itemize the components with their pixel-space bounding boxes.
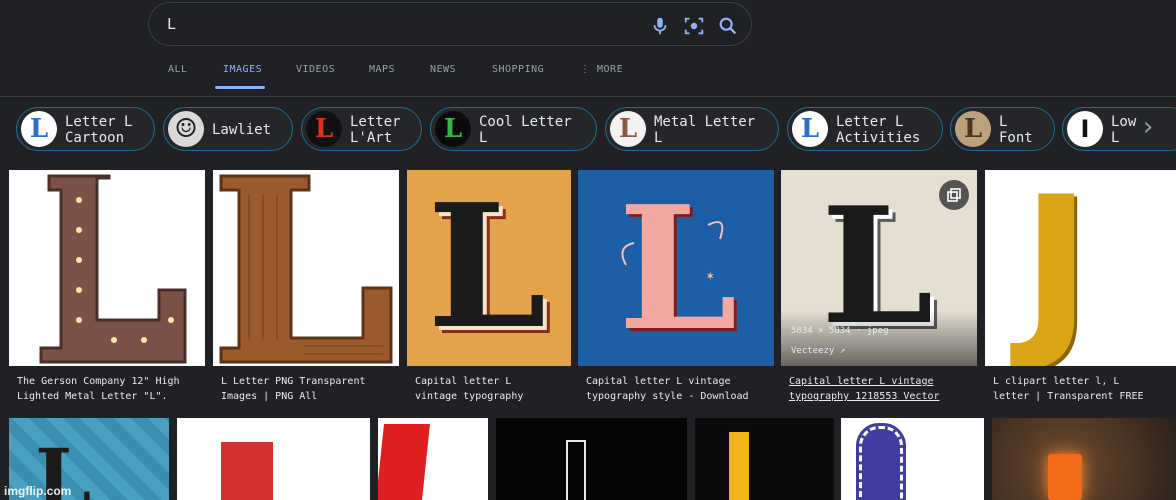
search-tabs: ALL IMAGES VIDEOS MAPS NEWS SHOPPING ⋮ M… xyxy=(0,58,700,90)
tab-news[interactable]: NEWS xyxy=(430,64,456,75)
tab-all[interactable]: ALL xyxy=(168,64,188,75)
result-caption[interactable]: The Gerson Company 12" High Lighted Metal… xyxy=(17,374,199,404)
camera-lens-icon[interactable] xyxy=(683,15,705,37)
chip-label: Lawliet xyxy=(212,122,272,138)
related-searches: L Letter L Cartoon ☺ Lawliet L Letter L'Ar… xyxy=(0,104,1176,156)
chip-thumbnail: ☺ xyxy=(168,111,204,147)
chip-sublabel: L xyxy=(479,130,488,146)
chip-thumbnail: L xyxy=(21,111,57,147)
result-image[interactable]: L ✶ xyxy=(578,170,774,366)
gold-letter-j: J xyxy=(1021,170,1092,366)
chip-label: Letter L xyxy=(836,114,904,130)
marquee-letter-l-image xyxy=(39,174,187,364)
mic-icon[interactable] xyxy=(649,15,671,37)
image-overlay xyxy=(781,310,977,366)
image-dimensions: 5834 × 5834 · jpeg xyxy=(791,326,889,336)
chip-letter-l-activities[interactable]: L Letter L Activities xyxy=(787,107,943,151)
search-icon[interactable] xyxy=(717,15,739,37)
result-caption[interactable]: L clipart letter l, Lletter | Transparen… xyxy=(993,374,1170,404)
blue-letter-shape xyxy=(856,423,906,500)
image-result[interactable] xyxy=(841,418,984,500)
result-caption[interactable]: Capital letter Lvintage typography xyxy=(415,374,565,404)
glowing-letter-shape xyxy=(1048,454,1082,500)
watermark: imgflip.com xyxy=(4,484,72,498)
chip-label: Low xyxy=(1111,114,1137,130)
result-image[interactable]: J xyxy=(985,170,1176,366)
wooden-letter-l-image xyxy=(219,174,393,364)
chip-sublabel: L xyxy=(654,130,663,146)
chip-label: Cool Letter xyxy=(479,114,572,130)
result-image[interactable]: L xyxy=(407,170,571,366)
chip-lawliet[interactable]: ☺ Lawliet xyxy=(163,107,293,151)
image-result[interactable] xyxy=(992,418,1176,500)
result-image[interactable]: L 5834 × 5834 · jpeg Vecteezy ↗ xyxy=(781,170,977,366)
image-result[interactable]: L Letter PNG Transparent Images | PNG All xyxy=(213,170,399,412)
result-caption[interactable]: L Letter PNG Transparent Images | PNG All xyxy=(221,374,393,404)
chip-thumbnail: L xyxy=(610,111,646,147)
result-caption[interactable]: Capital letter L vintage typography style… xyxy=(586,374,768,404)
chip-sublabel: L xyxy=(1111,130,1120,146)
chip-l-font[interactable]: L L Font xyxy=(950,107,1055,151)
chip-thumbnail: L xyxy=(435,111,471,147)
chip-sublabel: Cartoon xyxy=(65,130,125,146)
chip-letter-lart[interactable]: L Letter L'Art xyxy=(301,107,422,151)
tab-videos[interactable]: VIDEOS xyxy=(296,64,335,75)
copy-icon xyxy=(947,188,961,202)
chip-label: L xyxy=(999,114,1008,130)
tab-more[interactable]: ⋮ MORE xyxy=(580,64,623,75)
svg-text:✶: ✶ xyxy=(706,268,715,284)
ornament-icon: ✶ xyxy=(621,221,724,284)
image-result[interactable] xyxy=(378,418,488,500)
tab-shopping[interactable]: SHOPPING xyxy=(492,64,544,75)
result-image[interactable] xyxy=(9,170,205,366)
chevron-right-icon[interactable]: › xyxy=(1140,112,1156,142)
red-letter-shape xyxy=(221,442,273,500)
chip-letter-l-cartoon[interactable]: L Letter L Cartoon xyxy=(16,107,155,151)
chip-label: Letter xyxy=(350,114,401,130)
collection-badge[interactable] xyxy=(939,180,969,210)
image-result[interactable]: J L clipart letter l, Lletter | Transpar… xyxy=(985,170,1176,412)
chip-thumbnail: L xyxy=(955,111,991,147)
result-image[interactable] xyxy=(213,170,399,366)
chip-sublabel: Font xyxy=(999,130,1033,146)
chip-sublabel: L'Art xyxy=(350,130,393,146)
search-box[interactable]: L xyxy=(148,2,752,46)
image-result[interactable] xyxy=(496,418,687,500)
image-result[interactable]: L ✶ Capital letter L vintage typography s… xyxy=(578,170,774,412)
active-tab-indicator xyxy=(215,86,265,89)
image-result[interactable]: The Gerson Company 12" High Lighted Metal… xyxy=(9,170,205,412)
result-caption[interactable]: Capital letter L vintage typography 12185… xyxy=(789,374,971,404)
search-query[interactable]: L xyxy=(167,15,176,33)
chip-low-l[interactable]: I Low L xyxy=(1062,107,1176,151)
chip-metal-letter-l[interactable]: L Metal Letter L xyxy=(605,107,779,151)
yellow-letter-shape xyxy=(729,432,749,500)
neon-letter-shape xyxy=(566,440,586,500)
chip-thumbnail: L xyxy=(792,111,828,147)
chip-cool-letter-l[interactable]: L Cool Letter L xyxy=(430,107,597,151)
chip-thumbnail: I xyxy=(1067,111,1103,147)
red-letter-shape xyxy=(378,424,430,500)
chip-label: Metal Letter xyxy=(654,114,756,130)
image-source[interactable]: Vecteezy ↗ xyxy=(791,346,845,356)
image-result[interactable]: L 5834 × 5834 · jpeg Vecteezy ↗ Capital … xyxy=(781,170,977,412)
chip-thumbnail: L xyxy=(306,111,342,147)
tab-maps[interactable]: MAPS xyxy=(369,64,395,75)
tab-images[interactable]: IMAGES xyxy=(223,64,262,75)
chip-label: Letter L xyxy=(65,114,133,130)
chip-sublabel: Activities xyxy=(836,130,921,146)
image-result[interactable] xyxy=(695,418,834,500)
vintage-letter-l: L xyxy=(427,170,547,366)
header: L ALL IMAGES VIDEOS MAPS NEWS SHOPPING ⋮… xyxy=(0,0,1176,97)
image-result[interactable]: L Capital letter Lvintage typography xyxy=(407,170,571,412)
image-result[interactable] xyxy=(177,418,370,500)
